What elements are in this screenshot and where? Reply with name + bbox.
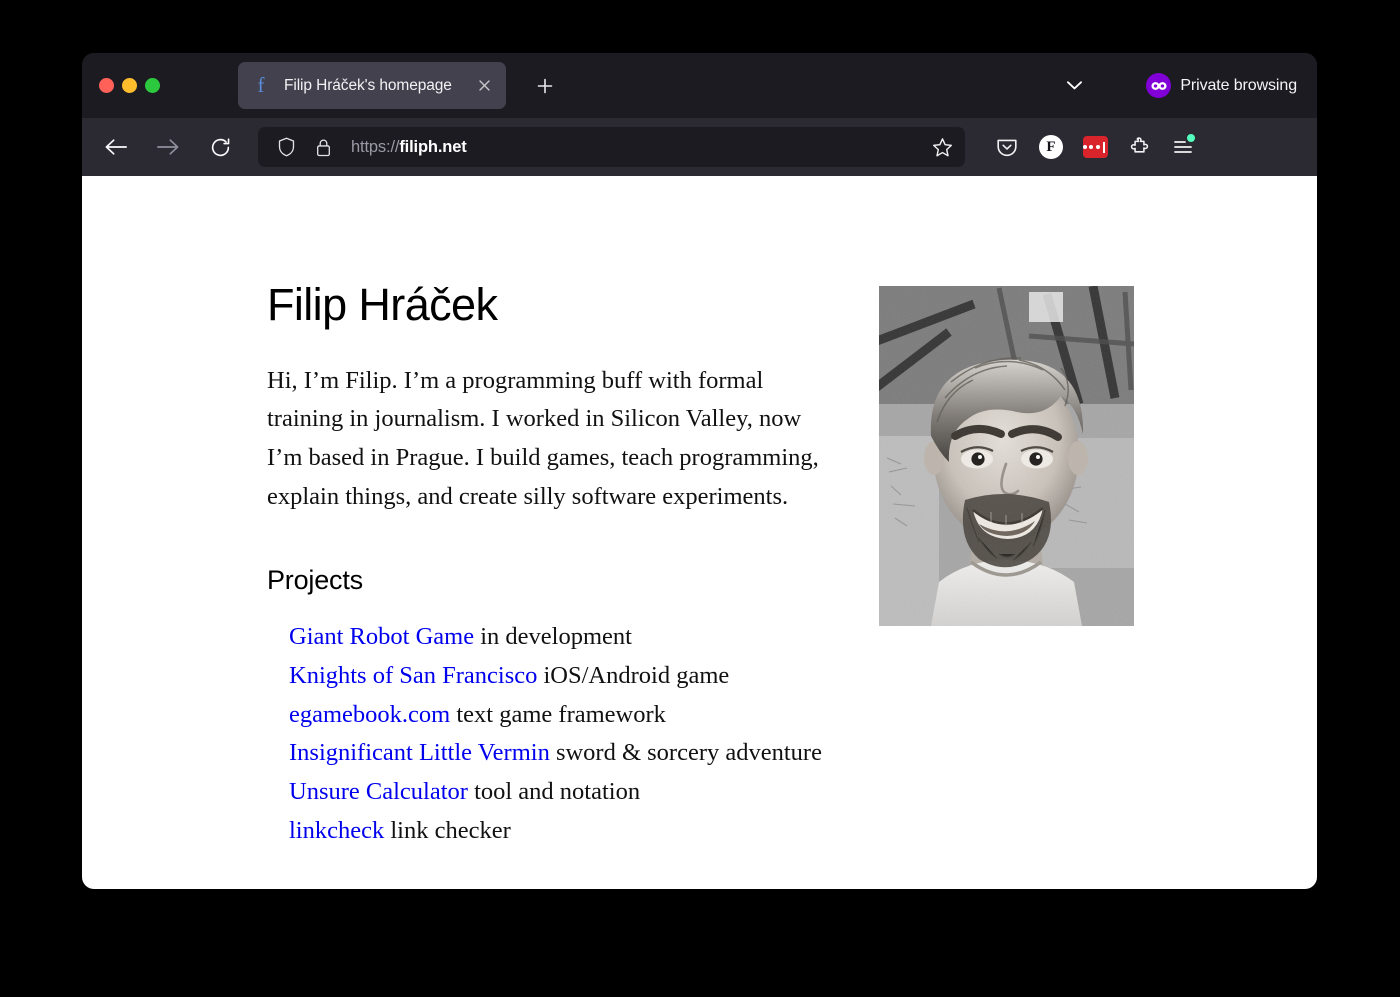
shield-icon[interactable] bbox=[275, 136, 297, 158]
projects-list: Giant Robot Game in development Knights … bbox=[267, 618, 867, 850]
project-link[interactable]: Knights of San Francisco bbox=[289, 662, 537, 689]
tab-strip: f Filip Hráček's homepage Private browsi… bbox=[82, 53, 1317, 118]
page-title: Filip Hráček bbox=[267, 279, 498, 330]
project-link[interactable]: Giant Robot Game bbox=[289, 623, 474, 650]
list-item: Insignificant Little Vermin sword & sorc… bbox=[289, 734, 867, 773]
close-window-button[interactable] bbox=[99, 78, 114, 93]
close-tab-icon[interactable] bbox=[472, 74, 496, 98]
project-description: tool and notation bbox=[474, 778, 641, 806]
url-scheme: https:// bbox=[351, 137, 400, 156]
list-item: egamebook.com text game framework bbox=[289, 696, 867, 735]
password-manager-icon[interactable] bbox=[1075, 127, 1115, 167]
list-item: linkcheck link checker bbox=[289, 812, 867, 851]
bio-paragraph: Hi, I’m Filip. I’m a programming buff wi… bbox=[267, 366, 819, 510]
window-controls bbox=[82, 78, 178, 93]
page-viewport: Filip Hráček Hi, I’m Filip. I’m a progra… bbox=[82, 176, 1317, 889]
browser-window: f Filip Hráček's homepage Private browsi… bbox=[82, 53, 1317, 889]
mask-icon bbox=[1146, 73, 1172, 98]
url-host: filiph.net bbox=[399, 137, 467, 156]
lock-icon[interactable] bbox=[313, 136, 333, 158]
list-item: Knights of San Francisco iOS/Android gam… bbox=[289, 657, 867, 696]
menu-update-badge bbox=[1186, 133, 1196, 143]
list-item: Unsure Calculator tool and notation bbox=[289, 773, 867, 812]
new-tab-icon[interactable] bbox=[528, 69, 562, 103]
project-link[interactable]: Insignificant Little Vermin bbox=[289, 739, 550, 766]
project-description: in development bbox=[480, 623, 632, 651]
project-description: link checker bbox=[390, 816, 511, 844]
forward-button[interactable] bbox=[148, 127, 188, 167]
url-text: https://filiph.net bbox=[351, 138, 927, 157]
chevron-down-icon[interactable] bbox=[1054, 69, 1094, 103]
webpage-content: Filip Hráček Hi, I’m Filip. I’m a progra… bbox=[82, 176, 1317, 889]
reload-button[interactable] bbox=[200, 127, 240, 167]
browser-tab-active[interactable]: f Filip Hráček's homepage bbox=[238, 62, 506, 109]
project-link[interactable]: Unsure Calculator bbox=[289, 778, 468, 805]
tabstrip-right-controls: Private browsing bbox=[1054, 69, 1317, 103]
desktop-background: f Filip Hráček's homepage Private browsi… bbox=[0, 0, 1400, 997]
project-description: sword & sorcery adventure bbox=[555, 739, 822, 767]
zoom-window-button[interactable] bbox=[145, 78, 160, 93]
facebook-container-letter: F bbox=[1039, 135, 1063, 159]
bookmark-star-icon[interactable] bbox=[927, 132, 957, 162]
portrait-photo bbox=[879, 286, 1134, 626]
toolbar-extensions: F bbox=[987, 127, 1203, 167]
content-column: Filip Hráček Hi, I’m Filip. I’m a progra… bbox=[267, 280, 867, 851]
pocket-icon[interactable] bbox=[987, 127, 1027, 167]
projects-heading: Projects bbox=[267, 565, 363, 596]
facebook-container-icon[interactable]: F bbox=[1031, 127, 1071, 167]
minimize-window-button[interactable] bbox=[122, 78, 137, 93]
back-button[interactable] bbox=[96, 127, 136, 167]
navigation-toolbar: https://filiph.net F bbox=[82, 118, 1317, 176]
project-description: iOS/Android game bbox=[543, 662, 730, 690]
extensions-puzzle-icon[interactable] bbox=[1119, 127, 1159, 167]
app-menu-icon[interactable] bbox=[1163, 127, 1203, 167]
favicon-icon: f bbox=[257, 73, 265, 97]
project-link[interactable]: egamebook.com bbox=[289, 701, 450, 728]
private-browsing-indicator: Private browsing bbox=[1146, 73, 1297, 98]
project-description: text game framework bbox=[456, 700, 666, 728]
tab-title: Filip Hráček's homepage bbox=[284, 76, 452, 94]
password-dots bbox=[1082, 136, 1108, 158]
address-bar[interactable]: https://filiph.net bbox=[258, 127, 965, 167]
private-browsing-label: Private browsing bbox=[1180, 76, 1297, 94]
project-link[interactable]: linkcheck bbox=[289, 817, 384, 844]
list-item: Giant Robot Game in development bbox=[289, 618, 867, 657]
